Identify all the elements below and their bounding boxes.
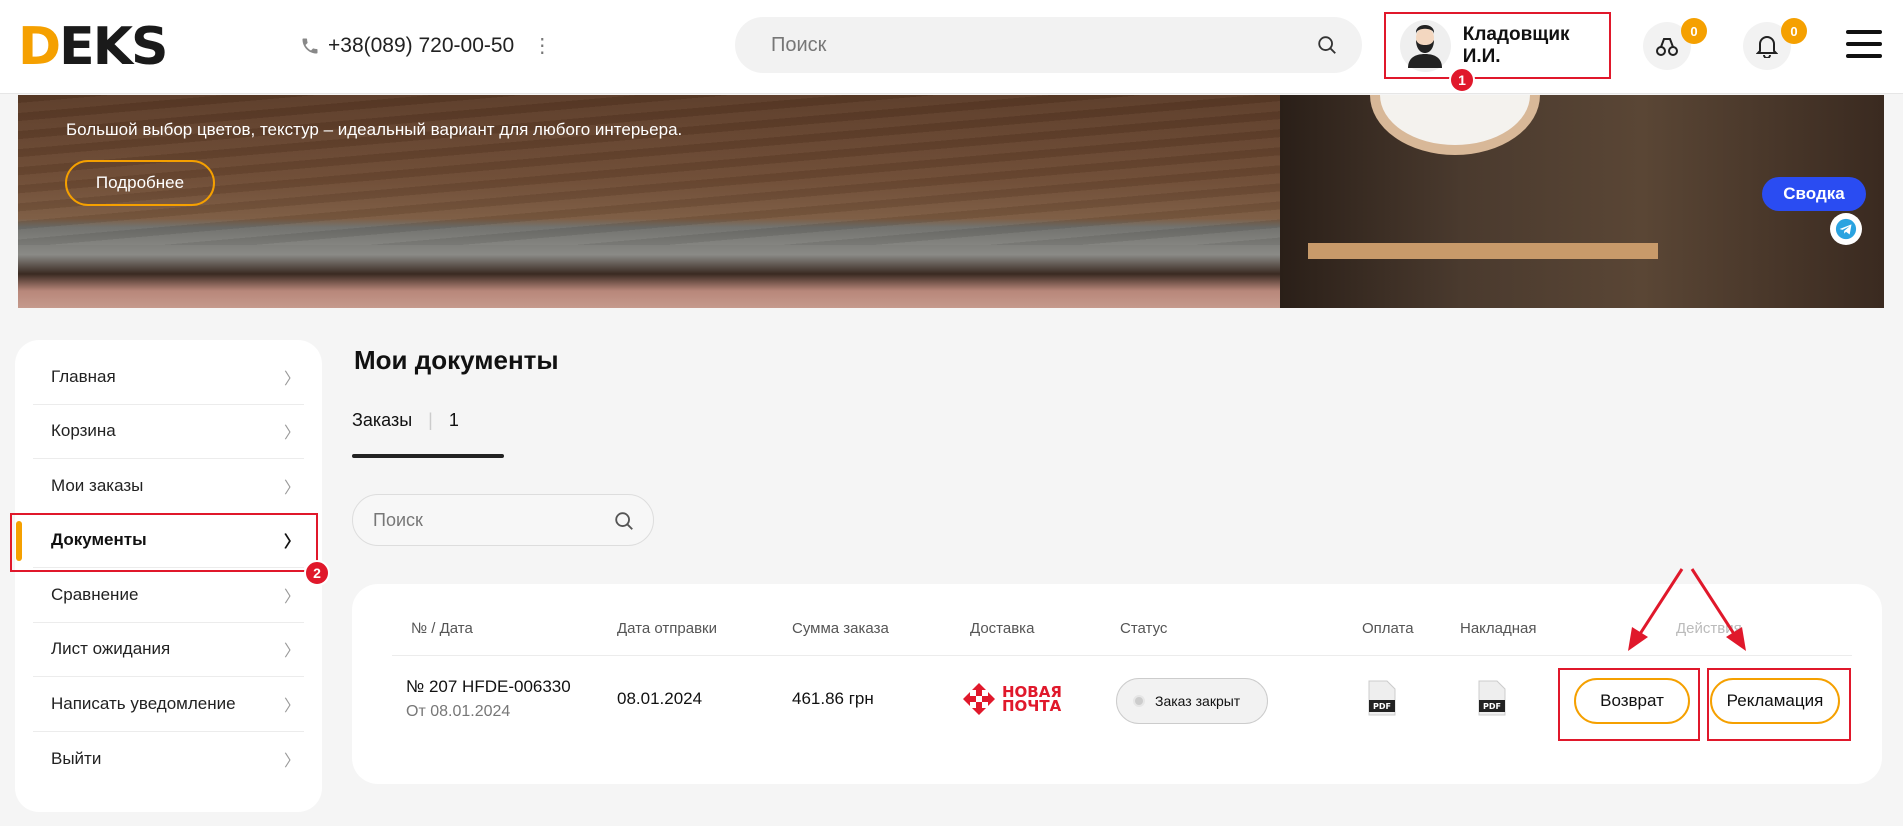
pdf-label: PDF xyxy=(1483,702,1501,711)
banner-more-button[interactable]: Подробнее xyxy=(65,160,215,206)
chevron-right-icon: 〉 xyxy=(283,588,300,606)
sidebar-item-label: Главная xyxy=(51,366,116,386)
order-sum: 461.86 грн xyxy=(792,689,874,708)
nova-poshta-icon xyxy=(963,683,995,715)
annotation-arrow-claim xyxy=(1690,568,1746,651)
sidebar-item-label: Сравнение xyxy=(51,584,139,604)
telegram-button[interactable] xyxy=(1830,213,1862,245)
compare-count-badge: 0 xyxy=(1681,18,1707,44)
sidebar-item-orders[interactable]: Мои заказы 〉 xyxy=(33,459,304,514)
pdf-icon-payment[interactable]: PDF xyxy=(1367,680,1397,716)
status-dot xyxy=(1133,695,1145,707)
annotation-frame-documents xyxy=(10,513,318,572)
page-title: Мои документы xyxy=(354,345,559,375)
header-divider xyxy=(392,655,1852,656)
sidebar-item-compare[interactable]: Сравнение 〉 xyxy=(33,568,304,623)
sidebar-item-label: Мои заказы xyxy=(51,475,144,495)
sidebar-item-waitlist[interactable]: Лист ожидания 〉 xyxy=(33,623,304,677)
notifications-count-badge: 0 xyxy=(1781,18,1807,44)
banner-text: Большой выбор цветов, текстур – идеальны… xyxy=(66,120,683,139)
column-header-sum: Сумма заказа xyxy=(792,620,889,637)
annotation-frame-claim xyxy=(1707,668,1851,741)
header-search-input[interactable] xyxy=(735,17,1362,73)
order-date: От 08.01.2024 xyxy=(406,703,511,720)
ship-date: 08.01.2024 xyxy=(617,689,703,708)
annotation-frame-return xyxy=(1558,668,1700,741)
chevron-right-icon: 〉 xyxy=(283,697,300,715)
column-header-payment: Оплата xyxy=(1362,620,1414,637)
sidebar-item-label: Корзина xyxy=(51,421,116,441)
column-header-status: Статус xyxy=(1120,620,1168,637)
column-header-ship-date: Дата отправки xyxy=(617,620,717,637)
chevron-right-icon: 〉 xyxy=(283,479,300,497)
annotation-arrow-return xyxy=(1628,568,1684,651)
chevron-right-icon: 〉 xyxy=(283,752,300,770)
phone-number[interactable]: +38(089) 720-00-50 xyxy=(328,34,514,58)
documents-search-input[interactable] xyxy=(353,495,653,545)
sidebar-item-label: Лист ожидания xyxy=(51,639,171,659)
bell-icon xyxy=(1756,36,1778,58)
annotation-marker-2: 2 xyxy=(304,560,330,586)
annotation-marker-1: 1 xyxy=(1449,67,1475,93)
tabs: Заказы | 1 xyxy=(352,410,459,431)
user-name: Кладовщик И.И. xyxy=(1462,23,1570,67)
tab-orders[interactable]: Заказы xyxy=(352,410,412,431)
account-sidebar: Главная 〉 Корзина 〉 Мои заказы 〉 Документы 〉… xyxy=(15,340,322,812)
tab-active-underline xyxy=(352,454,504,458)
sidebar-item-cart[interactable]: Корзина 〉 xyxy=(33,405,304,459)
more-icon[interactable]: ⋮ xyxy=(532,33,552,58)
delivery-name: НОВАЯ ПОЧТА xyxy=(1002,683,1062,715)
pdf-icon-invoice[interactable]: PDF xyxy=(1477,680,1507,716)
chevron-right-icon: 〉 xyxy=(283,370,300,388)
user-profile-button[interactable]: Кладовщик И.И. xyxy=(1384,12,1611,79)
chevron-right-icon: 〉 xyxy=(283,425,300,443)
column-header-invoice: Накладная xyxy=(1460,620,1537,637)
search-icon[interactable] xyxy=(613,510,635,532)
phone-icon xyxy=(302,38,318,53)
column-header-number: № / Дата xyxy=(411,620,473,637)
sidebar-item-label: Выйти xyxy=(51,748,102,768)
telegram-icon xyxy=(1835,218,1857,240)
status-badge: Заказ закрыт xyxy=(1116,678,1268,724)
nova-poshta-logo: НОВАЯ ПОЧТА xyxy=(962,682,1062,716)
sidebar-item-logout[interactable]: Выйти 〉 xyxy=(33,732,304,787)
phone-block[interactable]: +38(089) 720-00-50 ⋮ xyxy=(300,33,552,58)
column-header-delivery: Доставка xyxy=(970,620,1035,637)
sidebar-item-home[interactable]: Главная 〉 xyxy=(33,350,304,405)
tab-separator: | xyxy=(428,410,433,430)
tab-count: 1 xyxy=(448,410,459,430)
status-text: Заказ закрыт xyxy=(1155,693,1241,709)
logo[interactable]: DEKS xyxy=(18,21,168,73)
summary-button[interactable]: Сводка xyxy=(1762,177,1866,211)
header-search[interactable] xyxy=(735,17,1362,73)
pdf-label: PDF xyxy=(1373,702,1391,711)
documents-search[interactable] xyxy=(352,494,654,546)
search-icon[interactable] xyxy=(1316,34,1338,56)
sidebar-item-write-notification[interactable]: Написать уведомление 〉 xyxy=(33,677,304,732)
avatar xyxy=(1400,19,1451,72)
sidebar-item-label: Написать уведомление xyxy=(51,693,236,713)
menu-icon[interactable] xyxy=(1846,30,1882,58)
order-number[interactable]: № 207 HFDE-006330 xyxy=(406,677,571,697)
scales-icon xyxy=(1656,38,1678,56)
user-avatar-icon xyxy=(1408,24,1443,68)
chevron-right-icon: 〉 xyxy=(283,643,300,661)
header: DEKS +38(089) 720-00-50 ⋮ Кладовщик И.И.… xyxy=(0,0,1903,94)
